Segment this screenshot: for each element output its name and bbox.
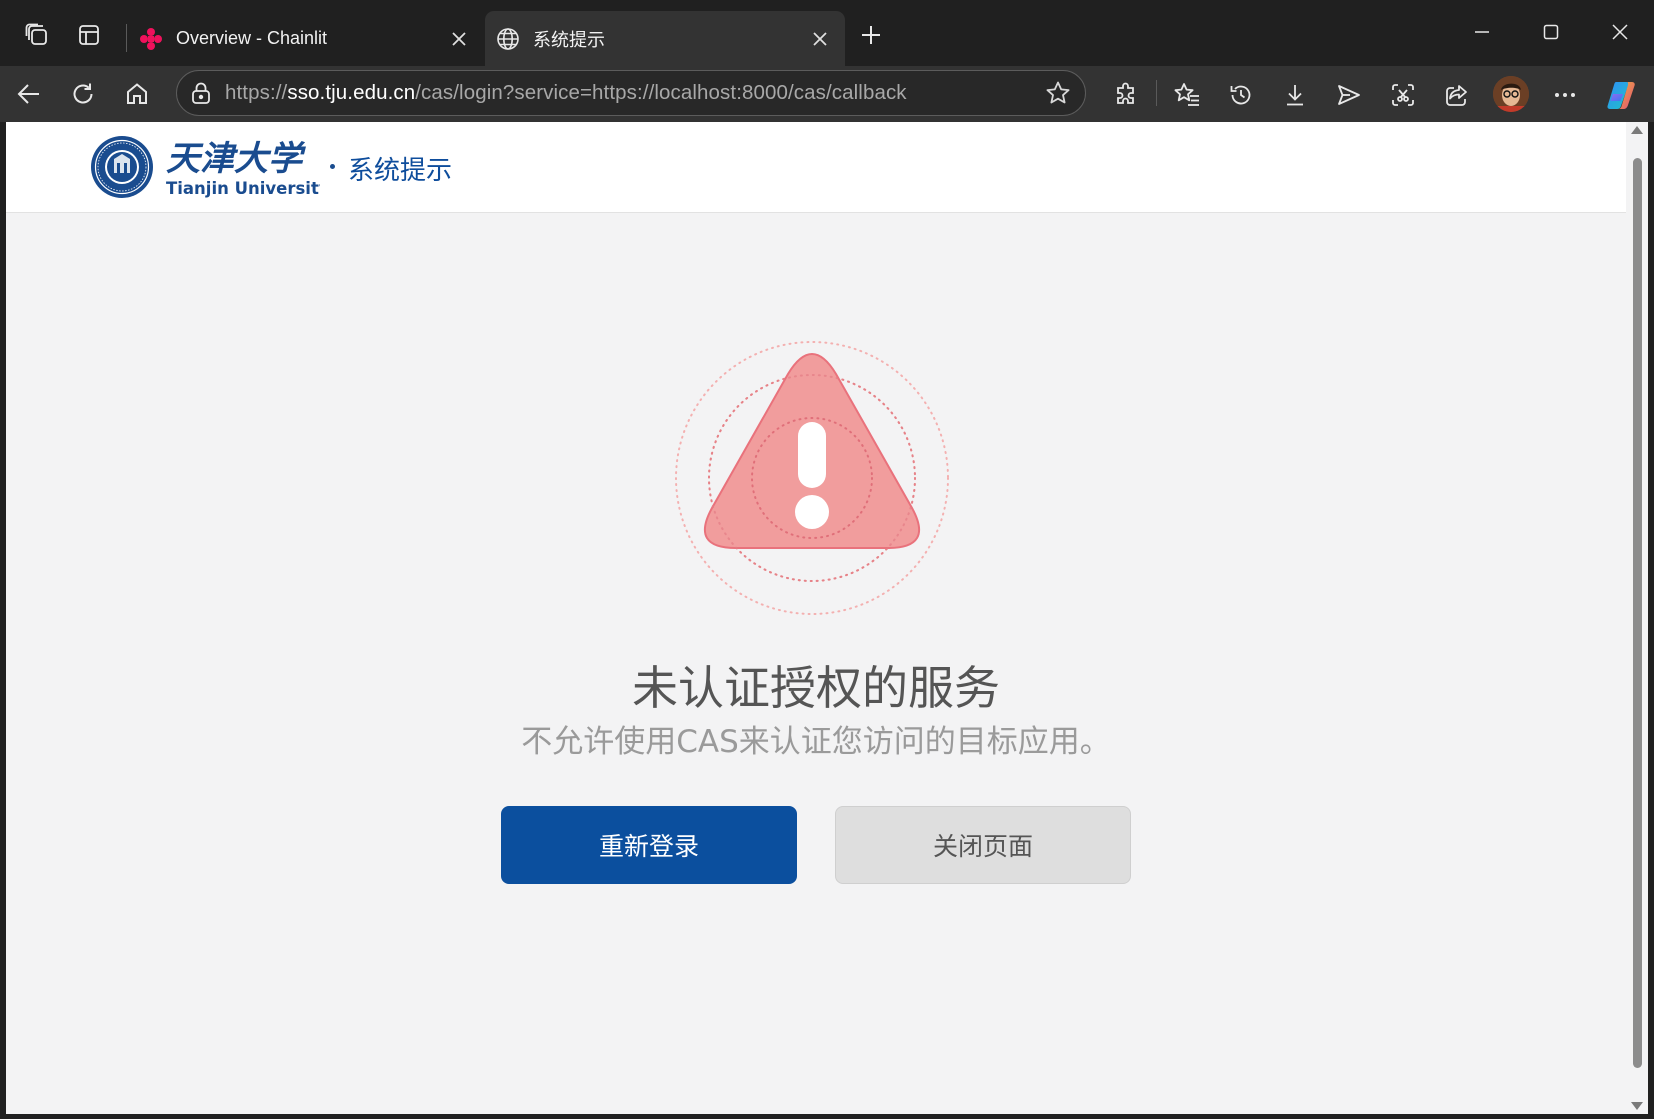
send-icon[interactable] xyxy=(1329,75,1369,115)
url-host: sso.tju.edu.cn xyxy=(287,81,416,104)
screenshot-icon[interactable] xyxy=(1383,75,1423,115)
close-window-button[interactable] xyxy=(1590,10,1650,54)
close-tab-icon[interactable] xyxy=(805,24,835,54)
logo-english: Tianjin University xyxy=(166,179,320,198)
url-prefix: https:// xyxy=(225,81,288,104)
maximize-button[interactable] xyxy=(1521,10,1581,54)
chainlit-icon xyxy=(138,26,164,52)
site-header: 天津大学 Tianjin University 系统提示 xyxy=(6,122,1626,213)
scroll-up-arrow-icon[interactable] xyxy=(1631,126,1643,134)
tab-title: 系统提示 xyxy=(533,29,605,50)
page-viewport: 天津大学 Tianjin University 系统提示 未认证授权的服务 不允… xyxy=(6,122,1626,1114)
toolbar-separator xyxy=(1156,80,1157,106)
favorites-icon[interactable] xyxy=(1167,75,1207,115)
warning-triangle-icon xyxy=(672,338,952,618)
tab-actions-icon[interactable] xyxy=(70,16,108,54)
home-button[interactable] xyxy=(118,75,156,113)
close-tab-icon[interactable] xyxy=(444,24,474,54)
tab-title: Overview - Chainlit xyxy=(176,28,328,48)
tju-logo[interactable]: 天津大学 Tianjin University xyxy=(90,134,330,200)
close-page-button[interactable]: 关闭页面 xyxy=(835,806,1131,884)
logo-chinese: 天津大学 xyxy=(166,139,306,179)
relogin-button[interactable]: 重新登录 xyxy=(501,806,797,884)
browser-title-bar: Overview - Chainlit 系统提示 xyxy=(0,0,1654,66)
url-path: /cas/login?service=https://localhost:800… xyxy=(415,81,907,104)
url-text[interactable]: https://sso.tju.edu.cn/cas/login?service… xyxy=(225,81,1043,105)
header-dot-separator xyxy=(330,164,335,169)
lock-icon[interactable] xyxy=(189,81,213,105)
globe-icon xyxy=(495,26,521,52)
favorite-star-icon[interactable] xyxy=(1043,78,1073,108)
downloads-icon[interactable] xyxy=(1275,75,1315,115)
history-icon[interactable] xyxy=(1221,75,1261,115)
new-tab-button[interactable] xyxy=(852,16,890,54)
workspaces-icon[interactable] xyxy=(18,16,56,54)
back-button[interactable] xyxy=(10,75,48,113)
tab-system-notice[interactable]: 系统提示 xyxy=(485,11,845,66)
page-subtitle: 系统提示 xyxy=(348,156,453,186)
page-scrollbar[interactable] xyxy=(1626,122,1648,1114)
more-options-icon[interactable] xyxy=(1545,75,1585,115)
tab-chainlit[interactable]: Overview - Chainlit xyxy=(128,11,484,66)
refresh-button[interactable] xyxy=(64,75,102,113)
scroll-thumb[interactable] xyxy=(1633,158,1642,1068)
browser-toolbar: https://sso.tju.edu.cn/cas/login?service… xyxy=(0,66,1654,122)
extensions-icon[interactable] xyxy=(1106,75,1146,115)
error-description: 不允许使用CAS来认证您访问的目标应用。 xyxy=(521,724,1111,760)
minimize-button[interactable] xyxy=(1452,10,1512,54)
tab-separator xyxy=(126,24,127,52)
error-title: 未认证授权的服务 xyxy=(632,661,1000,715)
copilot-icon[interactable] xyxy=(1602,75,1642,115)
profile-avatar[interactable] xyxy=(1493,76,1529,112)
share-icon[interactable] xyxy=(1437,75,1477,115)
scroll-down-arrow-icon[interactable] xyxy=(1631,1102,1643,1110)
address-bar[interactable]: https://sso.tju.edu.cn/cas/login?service… xyxy=(176,70,1086,116)
